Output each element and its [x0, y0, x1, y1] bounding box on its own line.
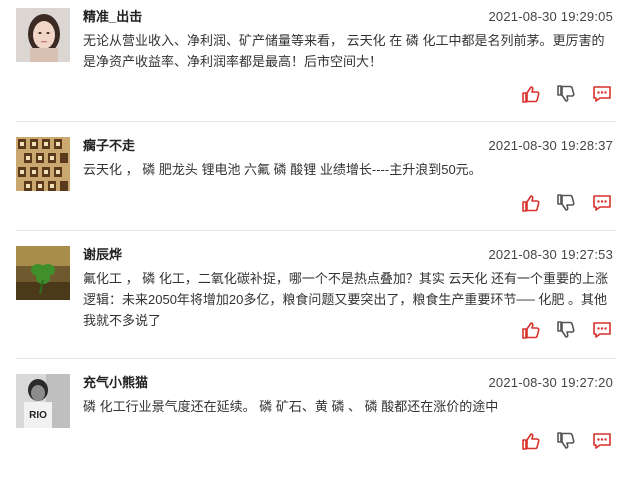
comment-icon[interactable]	[592, 431, 612, 451]
divider	[16, 230, 616, 231]
comment-icon[interactable]	[592, 193, 612, 213]
comment-actions	[521, 431, 613, 451]
svg-text:RIO: RIO	[29, 410, 47, 421]
comment-actions	[521, 193, 613, 213]
avatar-image	[16, 137, 70, 191]
divider	[16, 121, 616, 122]
thumbs-down-icon[interactable]	[556, 320, 576, 340]
username[interactable]: 谢辰烨	[83, 246, 122, 264]
thumbs-up-icon[interactable]	[521, 193, 541, 213]
comment-actions	[521, 84, 613, 104]
comment-item: 瘸子不走 2021-08-30 19:28:37 云天化 ， 磷 肥龙头 锂电池…	[0, 137, 619, 255]
avatar-image: RIO	[16, 374, 70, 428]
thumbs-down-icon[interactable]	[556, 193, 576, 213]
username[interactable]: 瘸子不走	[83, 137, 135, 155]
divider	[16, 358, 616, 359]
timestamp: 2021-08-30 19:27:20	[488, 375, 613, 390]
avatar-image	[16, 246, 70, 300]
comment-icon[interactable]	[592, 320, 612, 340]
avatar[interactable]: RIO	[16, 374, 70, 428]
thumbs-up-icon[interactable]	[521, 431, 541, 451]
comment-item: 谢辰烨 2021-08-30 19:27:53 氟化工 ， 磷 化工，二氧化碳补…	[0, 246, 619, 364]
comment-text: 云天化 ， 磷 肥龙头 锂电池 六氟 磷 酸锂 业绩增长----主升浪到50元。	[83, 162, 482, 177]
comment-feed: 精准_出击 2021-08-30 19:29:05 无论从营业收入、净利润、矿产…	[0, 0, 619, 459]
comment-text: 无论从营业收入、净利润、矿产储量等来看， 云天化 在 磷 化工中都是名列前茅。更…	[83, 33, 605, 69]
thumbs-down-icon[interactable]	[556, 431, 576, 451]
timestamp: 2021-08-30 19:27:53	[488, 247, 613, 262]
thumbs-down-icon[interactable]	[556, 84, 576, 104]
comment-actions	[521, 320, 613, 340]
avatar[interactable]	[16, 246, 70, 300]
timestamp: 2021-08-30 19:29:05	[488, 9, 613, 24]
avatar[interactable]	[16, 8, 70, 62]
comment-text: 磷 化工行业景气度还在延续。 磷 矿石、黄 磷 、 磷 酸都还在涨价的途中	[83, 399, 499, 414]
thumbs-up-icon[interactable]	[521, 84, 541, 104]
avatar-image	[16, 8, 70, 62]
avatar[interactable]	[16, 137, 70, 191]
comment-icon[interactable]	[592, 84, 612, 104]
username[interactable]: 充气小熊猫	[83, 374, 148, 392]
thumbs-up-icon[interactable]	[521, 320, 541, 340]
username[interactable]: 精准_出击	[83, 8, 142, 26]
comment-item: 精准_出击 2021-08-30 19:29:05 无论从营业收入、净利润、矿产…	[0, 8, 619, 126]
comment-item: RIO 充气小熊猫 2021-08-30 19:27:20 磷 化工行业景气度还…	[0, 374, 619, 492]
timestamp: 2021-08-30 19:28:37	[488, 138, 613, 153]
